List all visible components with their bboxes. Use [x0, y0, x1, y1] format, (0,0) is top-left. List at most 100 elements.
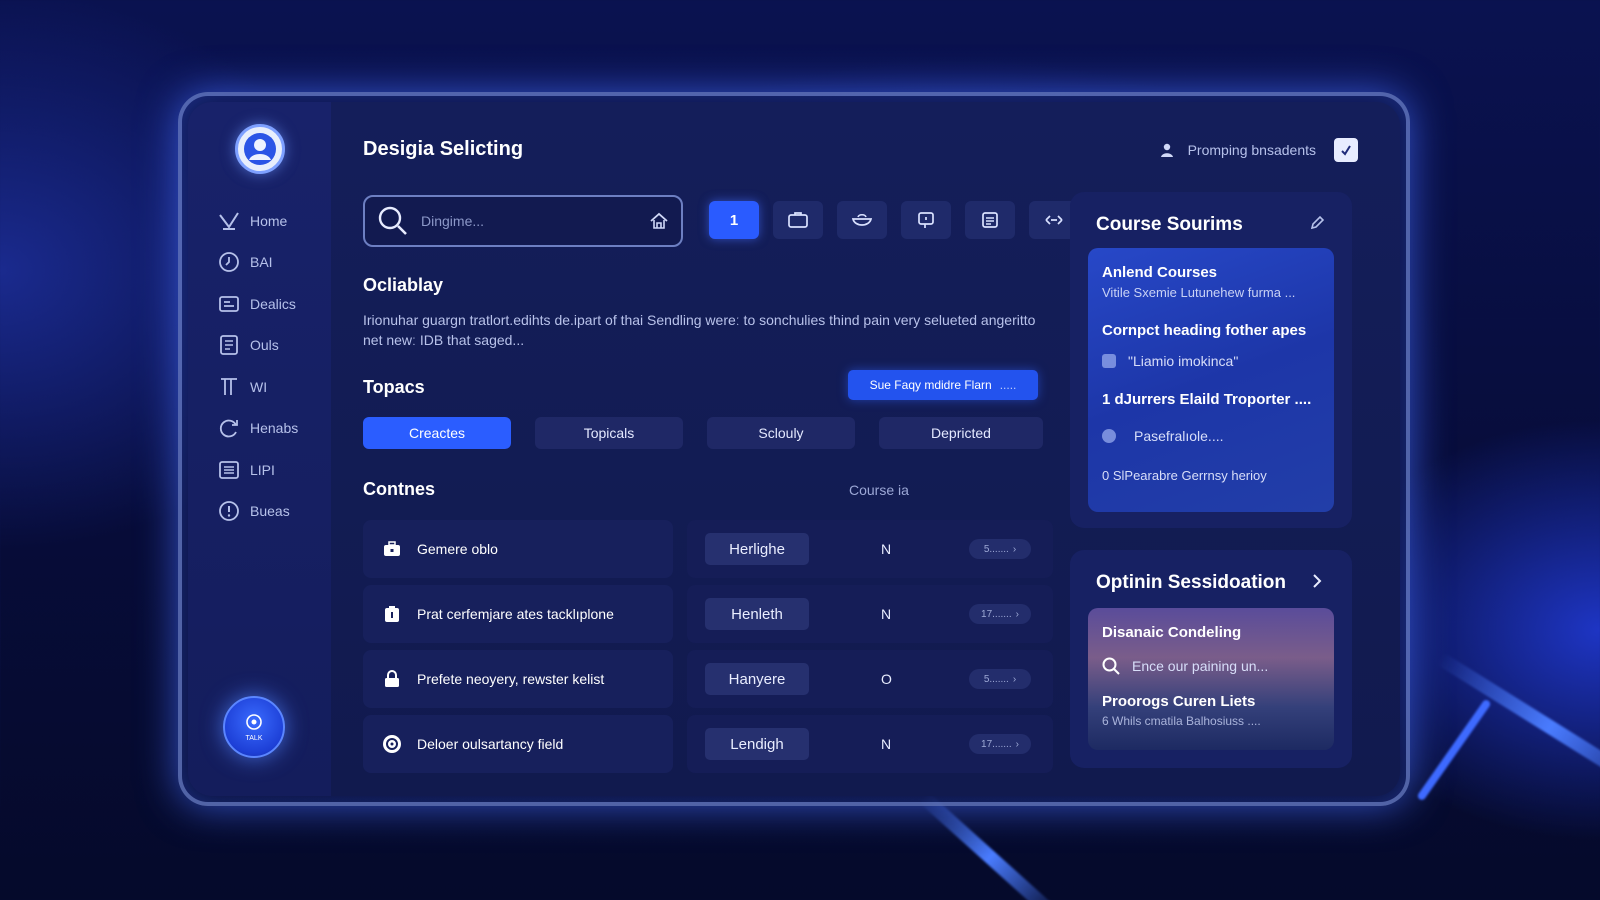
course-sources-heading: Course Sourims: [1096, 214, 1243, 235]
option-search-text: Ence our paining un...: [1132, 658, 1269, 674]
sidebar-item-label: WI: [250, 378, 268, 395]
search-input[interactable]: Dingime...: [421, 213, 649, 229]
sidebar-item-bueas[interactable]: Bueas: [216, 491, 331, 533]
chevron-right-icon: ›: [1012, 543, 1017, 555]
row-tag[interactable]: Hanyere: [705, 663, 809, 695]
assistant-button[interactable]: TALK: [223, 696, 285, 758]
home-alt-icon[interactable]: [649, 211, 669, 231]
course-sources-list: Anlend Courses Vitile Sxemie Lutunehew f…: [1088, 248, 1334, 512]
tool-folder[interactable]: [773, 201, 823, 239]
sidebar-item-label: Ouls: [250, 337, 279, 354]
person-icon: [1156, 139, 1178, 161]
main-content: Desigia Selicting Promping bnsadents Din…: [331, 102, 1400, 796]
option-item-title[interactable]: Disanaic Condeling: [1102, 624, 1320, 641]
row-pill[interactable]: 17....... ›: [969, 604, 1031, 624]
sidebar-item-dealics[interactable]: Dealics: [216, 283, 331, 325]
clock-icon: [216, 251, 242, 273]
user-label: Promping bnsadents: [1187, 142, 1316, 158]
tool-page-1[interactable]: 1: [709, 201, 759, 239]
course-item[interactable]: Anlend Courses Vitile Sxemie Lutunehew f…: [1102, 264, 1320, 300]
row-tag[interactable]: Herlighe: [705, 533, 809, 565]
sidebar-item-label: Henabs: [250, 420, 299, 437]
search-icon: [1102, 657, 1120, 675]
options-session-card: Optinin Sessidoation Disanaic Condeling …: [1070, 550, 1352, 768]
gauge-icon: [381, 733, 403, 755]
sidebar-item-ouls[interactable]: Ouls: [216, 325, 331, 367]
content-row[interactable]: Deloer oulsartancy field Lendigh N 17...…: [363, 715, 1053, 773]
row-pill[interactable]: 5....... ›: [969, 539, 1031, 559]
info-icon: [216, 500, 242, 522]
row-details: Hanyere O 5....... ›: [687, 650, 1053, 708]
row-title-cell: Gemere oblo: [363, 520, 673, 578]
checkmark-icon[interactable]: [1334, 138, 1358, 162]
row-status: N: [881, 541, 892, 557]
row-pill-value: 17.......: [981, 738, 1012, 750]
briefcase-icon: [381, 538, 403, 560]
document-icon: [216, 334, 242, 356]
row-tag[interactable]: Henleth: [705, 598, 809, 630]
edit-icon[interactable]: [1306, 212, 1328, 234]
note-icon: [1102, 354, 1116, 368]
row-tag[interactable]: Lendigh: [705, 728, 809, 760]
row-status: O: [881, 671, 892, 687]
course-sources-card: Course Sourims Anlend Courses Vitile Sxe…: [1070, 192, 1352, 528]
row-details: Herlighe N 5....... ›: [687, 520, 1053, 578]
tool-bowl[interactable]: [837, 201, 887, 239]
row-pill[interactable]: 17....... ›: [969, 734, 1031, 754]
user-menu[interactable]: Promping bnsadents: [1156, 138, 1358, 162]
topics-cta-label: Sue Faqy mdidre Flarn: [869, 378, 992, 392]
row-title-cell: Deloer oulsartancy field: [363, 715, 673, 773]
option-search[interactable]: Ence our paining un...: [1102, 657, 1320, 675]
row-status: N: [881, 606, 892, 622]
filter-depricted[interactable]: Depricted: [879, 417, 1043, 449]
overview-text: Irionuhar guargn tratlort.edihts de.ipar…: [363, 312, 1036, 348]
content-row[interactable]: Prat cerfemjare ates tacklıplone Henleth…: [363, 585, 1053, 643]
course-item[interactable]: Cornpct heading fother apes "Liamio imok…: [1102, 322, 1320, 369]
options-heading: Optinin Sessidoation: [1096, 572, 1287, 593]
sidebar-item-bai[interactable]: BAI: [216, 242, 331, 284]
notes-icon: [982, 212, 998, 228]
folder-icon: [788, 212, 808, 228]
app-window: Home BAI Dealics Ouls WI Henabs LIPI Bue…: [188, 102, 1400, 796]
columns-icon: [216, 376, 242, 398]
content-list: Gemere oblo Herlighe N 5....... › Prat ce…: [363, 520, 1053, 780]
tool-notes[interactable]: [965, 201, 1015, 239]
chat-bubble-icon: [246, 713, 262, 730]
filter-creactes[interactable]: Creactes: [363, 417, 511, 449]
filter-topicals[interactable]: Topicals: [535, 417, 683, 449]
home-icon: [216, 210, 242, 232]
column-header: Course ia: [849, 482, 909, 498]
sidebar-item-wi[interactable]: WI: [216, 366, 331, 408]
content-row[interactable]: Gemere oblo Herlighe N 5....... ›: [363, 520, 1053, 578]
search-icon: [378, 206, 407, 235]
content-row[interactable]: Prefete neoyery, rewster kelist Hanyere …: [363, 650, 1053, 708]
chevron-right-icon: ›: [1015, 608, 1019, 620]
option-item-subtitle: 6 Whils cmatila Balhosiuss ....: [1102, 714, 1261, 728]
course-item-subtitle: "Liamio imokinca": [1128, 353, 1239, 369]
row-title: Prefete neoyery, rewster kelist: [417, 671, 605, 687]
row-pill[interactable]: 5....... ›: [969, 669, 1031, 689]
decorative-light-beam: [1416, 698, 1492, 802]
options-list: Disanaic Condeling Ence our paining un..…: [1088, 608, 1334, 750]
topics-cta-button[interactable]: Sue Faqy mdidre Flarn .....: [848, 370, 1038, 400]
sidebar-item-henabs[interactable]: Henabs: [216, 408, 331, 450]
row-pill-value: 5.......: [983, 543, 1009, 555]
profile-avatar[interactable]: [234, 124, 285, 174]
course-item-subtitle: Vitile Sxemie Lutunehew furma ...: [1102, 285, 1296, 300]
course-item-title: 1 dJurrers Elaild Troporter ....: [1102, 391, 1312, 408]
course-item[interactable]: 0 SlPearabre Gerrnsy herioy: [1102, 468, 1320, 483]
sidebar-item-home[interactable]: Home: [216, 200, 331, 242]
search-bar[interactable]: Dingime...: [363, 195, 683, 247]
course-item-title: Anlend Courses: [1102, 264, 1218, 281]
option-item-title[interactable]: Proorogs Curen Liets: [1102, 693, 1320, 710]
tool-comment[interactable]: [901, 201, 951, 239]
dashboard-icon: [216, 293, 242, 315]
sidebar-item-label: BAI: [250, 254, 273, 271]
filter-sclouly[interactable]: Sclouly: [707, 417, 855, 449]
chevron-right-icon[interactable]: [1306, 570, 1328, 592]
topics-cta-dots: .....: [999, 378, 1017, 392]
sidebar-item-lipi[interactable]: LIPI: [216, 449, 331, 491]
assistant-label: TALK: [245, 734, 263, 742]
course-item[interactable]: 1 dJurrers Elaild Troporter ....: [1102, 391, 1320, 408]
course-item[interactable]: Pasefralıole....: [1102, 428, 1320, 444]
